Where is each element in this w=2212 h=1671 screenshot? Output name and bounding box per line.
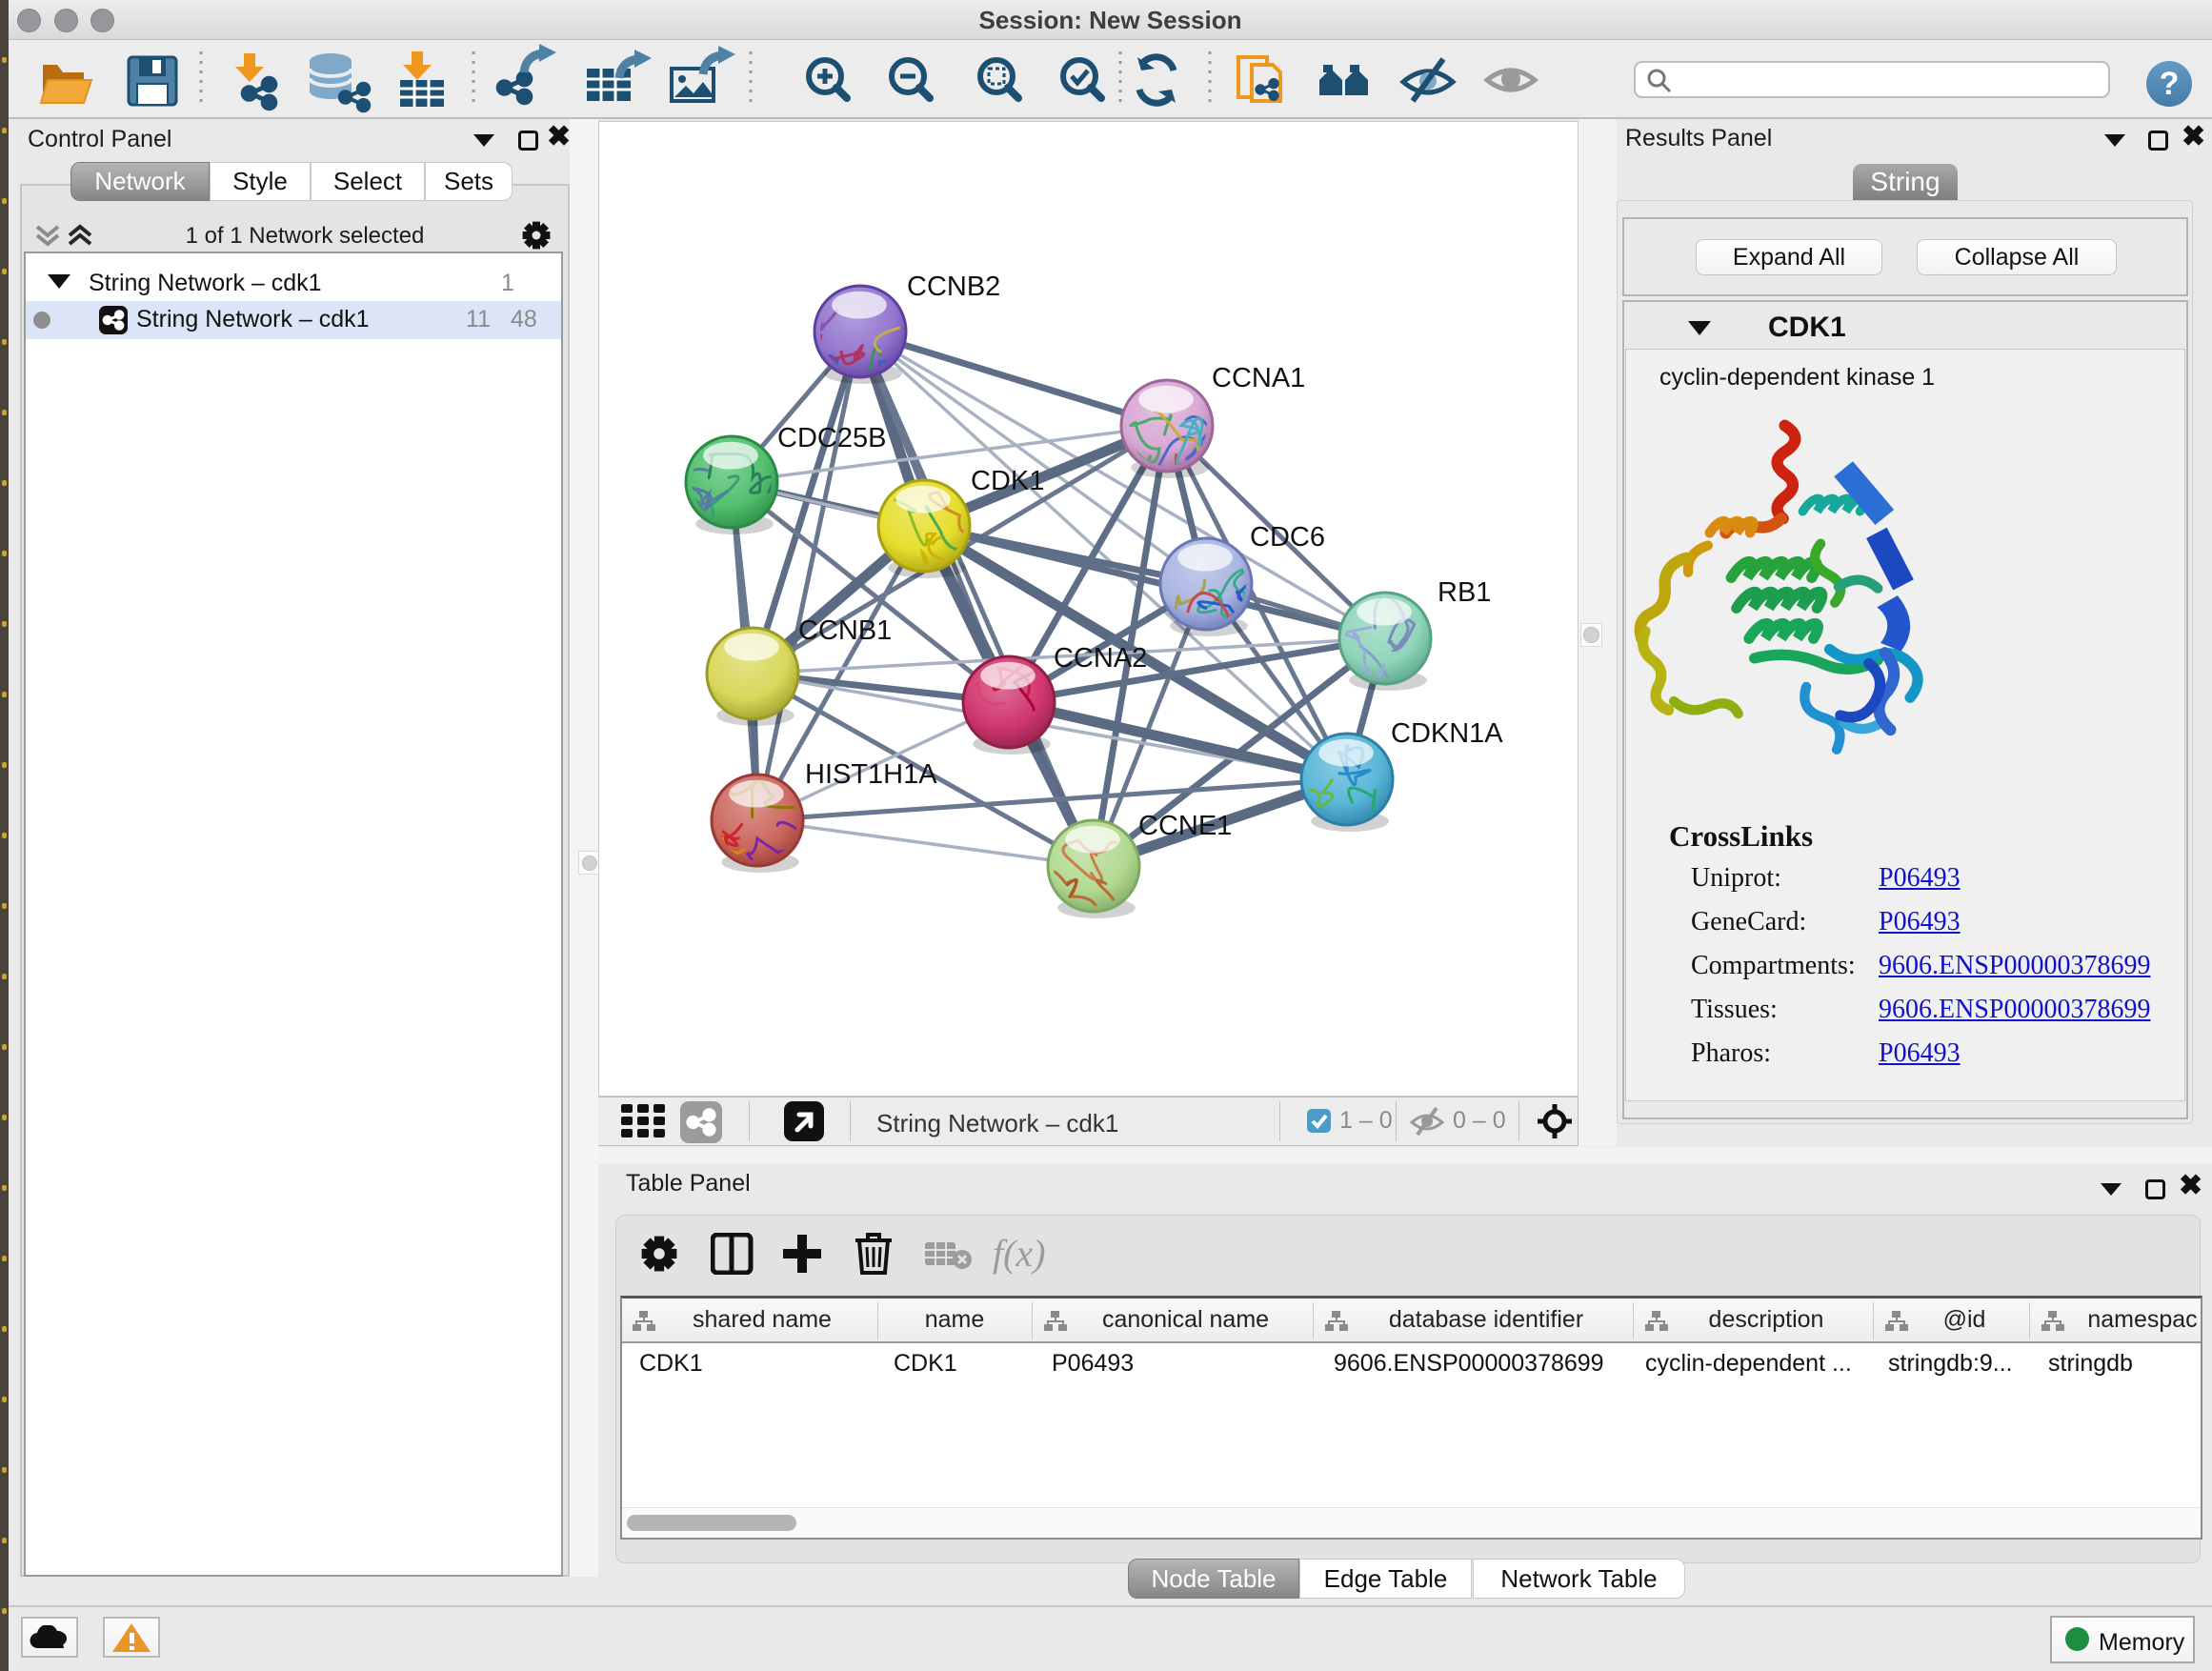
svg-text:CDK1: CDK1	[971, 466, 1044, 496]
svg-text:CDKN1A: CDKN1A	[1391, 718, 1503, 749]
svg-text:HIST1H1A: HIST1H1A	[805, 759, 937, 790]
svg-text:CDC6: CDC6	[1250, 522, 1325, 553]
svg-text:CCNB2: CCNB2	[907, 272, 1000, 302]
svg-text:RB1: RB1	[1438, 577, 1491, 608]
svg-text:CCNA1: CCNA1	[1212, 363, 1305, 393]
svg-text:CDC25B: CDC25B	[777, 423, 886, 453]
svg-text:CCNA2: CCNA2	[1054, 643, 1147, 674]
svg-text:CCNE1: CCNE1	[1138, 811, 1232, 841]
svg-text:CCNB1: CCNB1	[798, 615, 892, 646]
